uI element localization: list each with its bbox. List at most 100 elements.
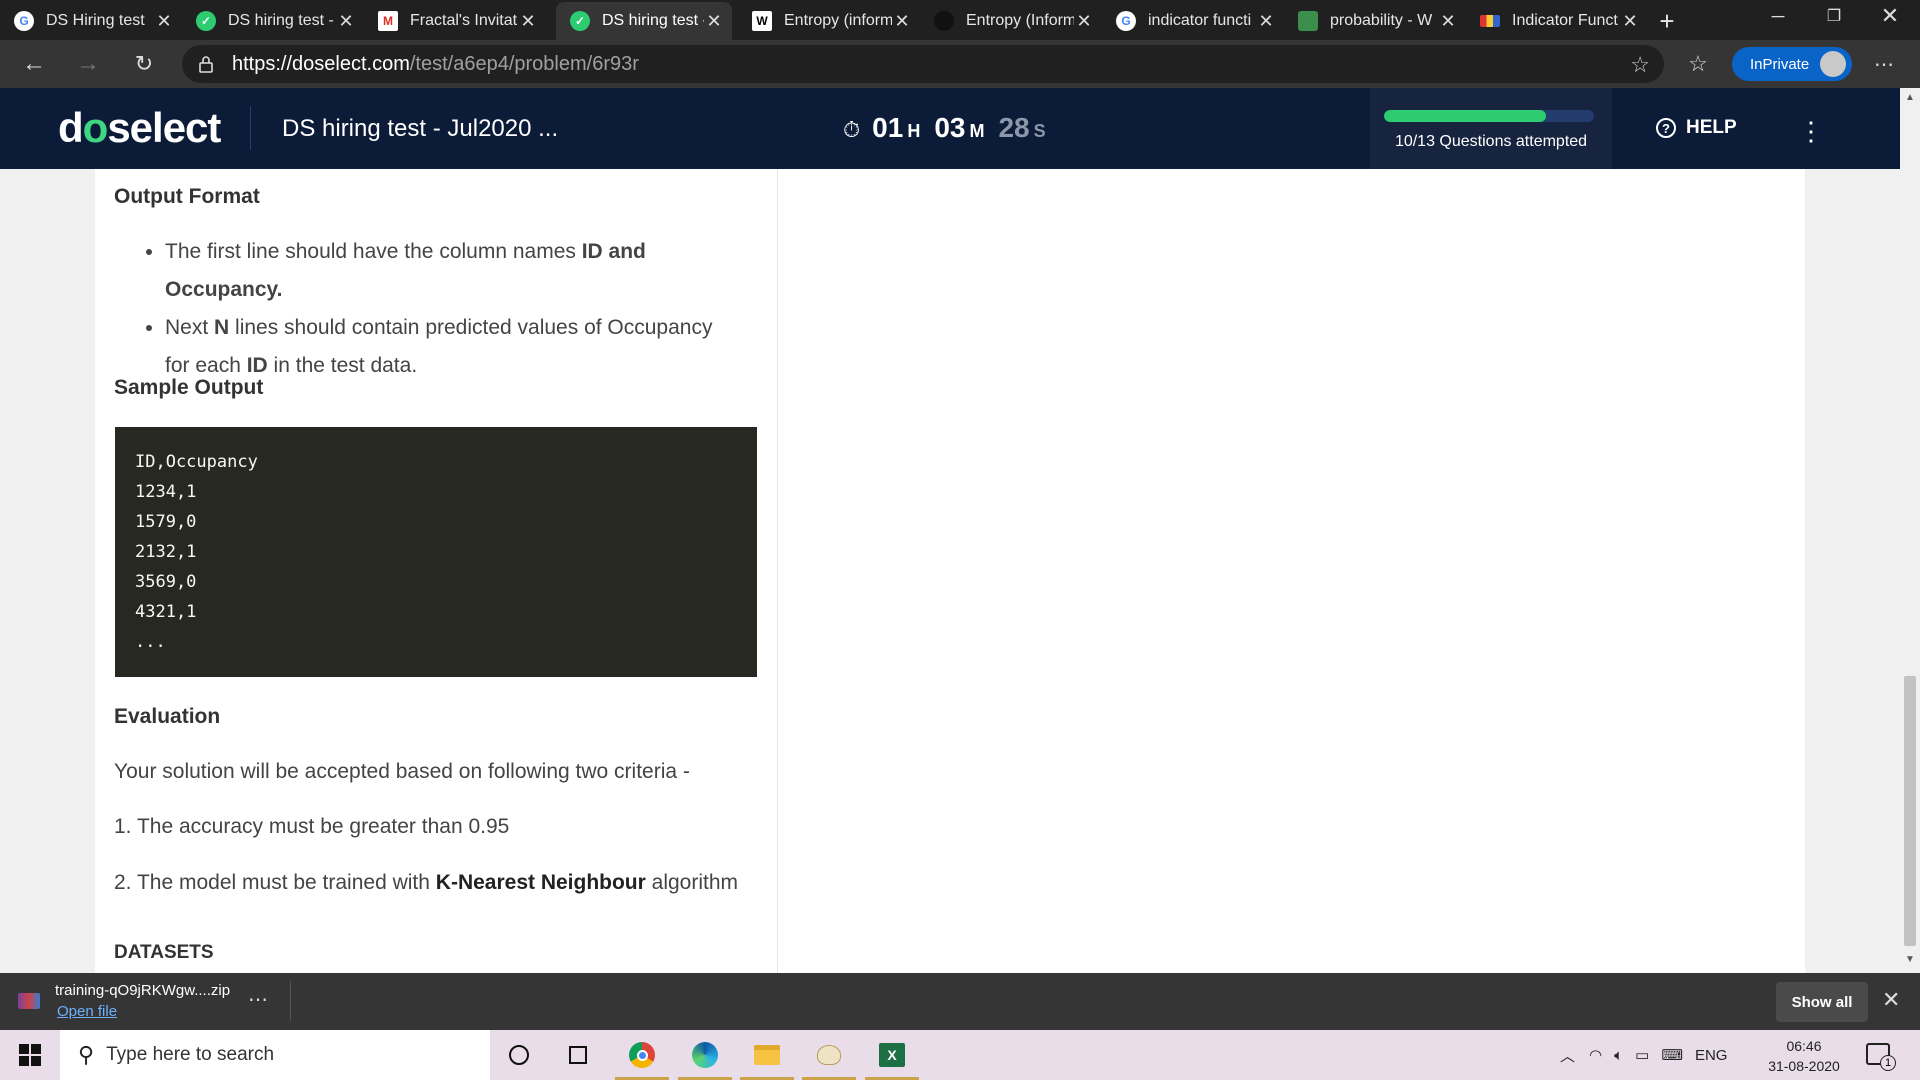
close-tab-icon[interactable]: ✕: [336, 11, 356, 32]
close-tab-icon[interactable]: ✕: [1256, 11, 1276, 32]
close-tab-icon[interactable]: ✕: [154, 11, 174, 32]
inprivate-profile-button[interactable]: InPrivate: [1732, 47, 1852, 81]
vertical-scrollbar[interactable]: ▲ ▼: [1900, 88, 1920, 973]
tab-fractal-invitation[interactable]: M Fractal's Invitat ✕: [364, 2, 546, 40]
excel-icon[interactable]: X: [865, 1039, 919, 1080]
browser-tab-strip: G DS Hiring test ✕ ✓ DS hiring test - ✕ …: [0, 0, 1920, 40]
search-icon: ⚲: [78, 1042, 95, 1067]
favorite-star-icon[interactable]: ☆: [1630, 52, 1650, 78]
download-filename[interactable]: training-qO9jRKWgw....zip: [55, 982, 230, 999]
chrome-icon[interactable]: [615, 1039, 669, 1080]
criterion2-bold: K-Nearest Neighbour: [435, 871, 646, 894]
google-icon: G: [14, 11, 34, 31]
tab-entropy-wikipedia[interactable]: W Entropy (inform ✕: [738, 2, 920, 40]
problem-content-area: Output Format The first line should have…: [0, 169, 1900, 973]
back-arrow-icon[interactable]: ←: [16, 48, 52, 80]
cortana-icon[interactable]: [502, 1039, 536, 1071]
timer-hours: 01: [872, 112, 904, 143]
open-file-link[interactable]: Open file: [57, 1003, 117, 1020]
timer-seconds: 28: [998, 112, 1030, 143]
refresh-icon[interactable]: ↻: [126, 48, 162, 80]
timer-minutes: 03: [934, 112, 966, 143]
download-divider: [290, 981, 291, 1021]
tab-entropy-github[interactable]: Entropy (Inform ✕: [920, 2, 1102, 40]
close-download-bar-icon[interactable]: ✕: [1882, 987, 1900, 1013]
editor-panel[interactable]: [778, 169, 1805, 973]
search-placeholder: Type here to search: [106, 1044, 275, 1065]
list-item: The first line should have the column na…: [165, 233, 741, 309]
edge-icon[interactable]: [678, 1039, 732, 1080]
file-explorer-icon[interactable]: [740, 1039, 794, 1080]
scroll-down-arrow-icon[interactable]: ▼: [1905, 954, 1915, 965]
bullet2-bold-n: N: [214, 316, 230, 339]
download-bar: training-qO9jRKWgw....zip Open file ⋯ Sh…: [0, 973, 1920, 1030]
url-field[interactable]: https://doselect.com/test/a6ep4/problem/…: [182, 45, 1664, 83]
doselect-logo[interactable]: doselect: [58, 104, 221, 152]
gmail-icon: M: [378, 11, 398, 31]
restore-icon[interactable]: ❐: [1806, 0, 1862, 32]
show-hidden-icons-chevron-icon[interactable]: ︿: [1560, 1045, 1575, 1066]
close-tab-icon[interactable]: ✕: [518, 11, 538, 32]
paint-icon[interactable]: [802, 1039, 856, 1080]
favorites-list-icon[interactable]: ☆: [1680, 48, 1716, 80]
logo-text-o: o: [82, 104, 109, 151]
close-tab-icon[interactable]: ✕: [704, 11, 724, 32]
more-menu-icon[interactable]: ⋯: [1866, 48, 1902, 80]
task-view-icon[interactable]: [561, 1039, 595, 1071]
output-format-list: The first line should have the column na…: [121, 233, 741, 385]
tab-ds-hiring-test-active[interactable]: ✓ DS hiring test - ✕: [556, 2, 732, 40]
tab-indicator-function[interactable]: Indicator Funct ✕: [1466, 2, 1648, 40]
show-all-button[interactable]: Show all: [1776, 982, 1868, 1022]
url-path: /test/a6ep4/problem/6r93r: [409, 52, 639, 75]
clock-time: 06:46: [1786, 1038, 1822, 1054]
tab-indicator-function-google[interactable]: G indicator functi ✕: [1102, 2, 1284, 40]
criterion2-text-pre: 2. The model must be trained with: [114, 871, 436, 894]
minimize-icon[interactable]: ─: [1750, 0, 1806, 32]
tab-ds-hiring-test-2[interactable]: ✓ DS hiring test - ✕: [182, 2, 364, 40]
code-line: 1234,1: [135, 482, 197, 502]
logo-text-d: d: [58, 104, 84, 151]
evaluation-heading: Evaluation: [114, 705, 221, 728]
scrollbar-thumb[interactable]: [1904, 676, 1916, 946]
tab-ds-hiring-test-1[interactable]: G DS Hiring test ✕: [0, 2, 182, 40]
scroll-up-arrow-icon[interactable]: ▲: [1905, 92, 1915, 103]
progress-fill: [1384, 110, 1546, 122]
header-divider: [250, 106, 251, 150]
battery-icon[interactable]: ▭: [1635, 1046, 1649, 1064]
start-button[interactable]: [0, 1030, 60, 1080]
criterion-2: 2. The model must be trained with K-Near…: [114, 871, 738, 895]
kebab-menu-icon[interactable]: ⋮: [1798, 116, 1824, 147]
profile-avatar: [1820, 51, 1846, 77]
language-indicator[interactable]: ENG: [1695, 1047, 1728, 1064]
help-button[interactable]: ? HELP: [1656, 117, 1737, 139]
stopwatch-icon: ⏱: [843, 117, 861, 142]
help-question-icon: ?: [1656, 118, 1676, 138]
zip-file-icon: [18, 993, 40, 1009]
logo-text-select: select: [107, 104, 221, 151]
code-line: 1579,0: [135, 512, 197, 532]
timer-hours-unit: H: [907, 121, 921, 141]
notification-center-icon[interactable]: 1: [1866, 1043, 1896, 1071]
download-more-icon[interactable]: ⋯: [248, 987, 268, 1012]
sample-output-code[interactable]: ID,Occupancy 1234,1 1579,0 2132,1 3569,0…: [115, 427, 757, 677]
new-tab-button[interactable]: +: [1652, 2, 1682, 40]
windows-logo-icon: [19, 1044, 41, 1066]
close-tab-icon[interactable]: ✕: [1074, 11, 1094, 32]
output-format-heading: Output Format: [114, 185, 260, 208]
tab-probability[interactable]: probability - W ✕: [1284, 2, 1466, 40]
volume-icon[interactable]: 🔈︎: [1614, 1047, 1623, 1064]
help-label: HELP: [1686, 117, 1737, 138]
questions-progress[interactable]: 10/13 Questions attempted: [1370, 88, 1612, 169]
close-tab-icon[interactable]: ✕: [1438, 11, 1458, 32]
close-tab-icon[interactable]: ✕: [892, 11, 912, 32]
progress-track: [1384, 110, 1594, 122]
taskbar-clock[interactable]: 06:46 31-08-2020: [1764, 1036, 1844, 1076]
system-tray: ︿ ◠ 🔈︎ ▭ ⌨ ENG: [1560, 1030, 1727, 1080]
close-tab-icon[interactable]: ✕: [1620, 11, 1640, 32]
wifi-icon[interactable]: ◠: [1589, 1046, 1602, 1064]
code-line: 3569,0: [135, 572, 197, 592]
taskbar-search-input[interactable]: ⚲ Type here to search: [60, 1030, 490, 1080]
keyboard-icon[interactable]: ⌨: [1661, 1046, 1683, 1064]
forward-arrow-icon[interactable]: →: [70, 48, 106, 80]
window-close-icon[interactable]: ✕: [1862, 0, 1918, 32]
